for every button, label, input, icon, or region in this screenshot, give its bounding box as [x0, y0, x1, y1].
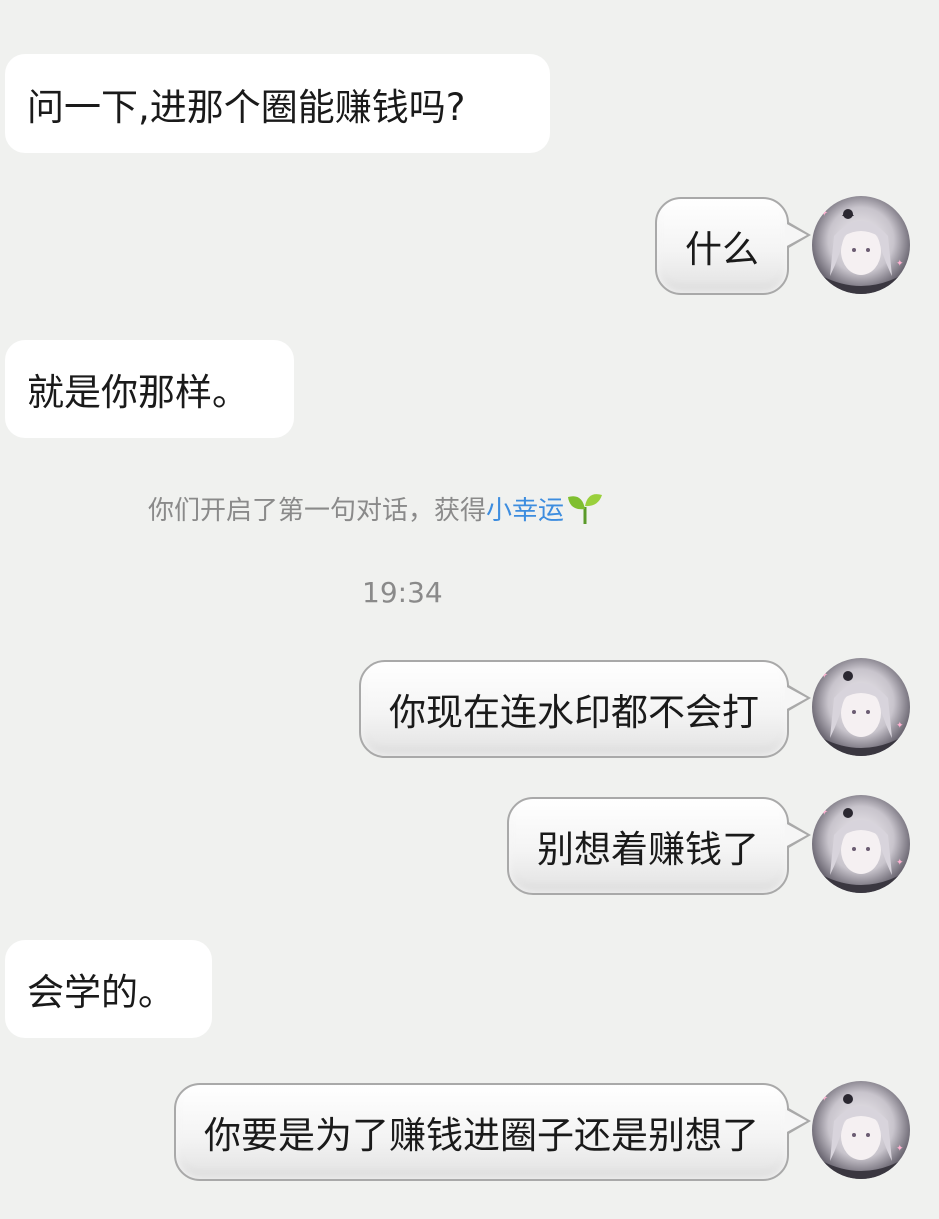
avatar-anime-girl-icon: ✦ ✦: [812, 208, 910, 294]
svg-text:✦: ✦: [820, 208, 828, 219]
svg-text:✦: ✦: [820, 670, 828, 681]
svg-text:✦: ✦: [896, 721, 904, 731]
message-bubble-incoming[interactable]: 就是你那样。: [5, 340, 294, 438]
svg-text:✦: ✦: [896, 259, 904, 269]
message-text: 会学的。: [27, 971, 175, 1014]
message-bubble-incoming[interactable]: 会学的。: [5, 940, 212, 1038]
avatar[interactable]: ✦ ✦: [812, 795, 910, 893]
avatar[interactable]: ✦ ✦: [812, 1081, 910, 1179]
svg-text:✦: ✦: [896, 858, 904, 868]
svg-text:✦: ✦: [820, 1093, 828, 1104]
timestamp: 19:34: [362, 576, 443, 609]
avatar-anime-girl-icon: ✦ ✦: [812, 1093, 910, 1179]
avatar-anime-girl-icon: ✦ ✦: [812, 670, 910, 756]
avatar[interactable]: ✦ ✦: [812, 196, 910, 294]
message-text: 就是你那样。: [27, 371, 249, 414]
message-bubble-outgoing[interactable]: 你现在连水印都不会打: [359, 660, 811, 758]
message-text: 你现在连水印都不会打: [389, 691, 759, 734]
sprout-icon: [566, 491, 604, 532]
avatar-anime-girl-icon: ✦ ✦: [812, 807, 910, 893]
message-bubble-outgoing[interactable]: 你要是为了赚钱进圈子还是别想了: [174, 1083, 811, 1181]
message-bubble-outgoing[interactable]: 什么: [655, 197, 811, 295]
message-bubble-outgoing[interactable]: 别想着赚钱了: [507, 797, 811, 895]
message-text: 问一下,进那个圈能赚钱吗?: [27, 85, 466, 129]
system-notice: 你们开启了第一句对话，获得小幸运: [148, 490, 604, 532]
lucky-link[interactable]: 小幸运: [486, 496, 564, 526]
message-bubble-incoming[interactable]: 问一下,进那个圈能赚钱吗?: [5, 54, 550, 153]
avatar[interactable]: ✦ ✦: [812, 658, 910, 756]
message-text: 什么: [685, 228, 759, 271]
message-text: 你要是为了赚钱进圈子还是别想了: [204, 1114, 759, 1157]
svg-text:✦: ✦: [820, 807, 828, 818]
svg-text:✦: ✦: [896, 1144, 904, 1154]
system-notice-text: 你们开启了第一句对话，获得: [148, 496, 487, 526]
message-text: 别想着赚钱了: [537, 828, 759, 871]
